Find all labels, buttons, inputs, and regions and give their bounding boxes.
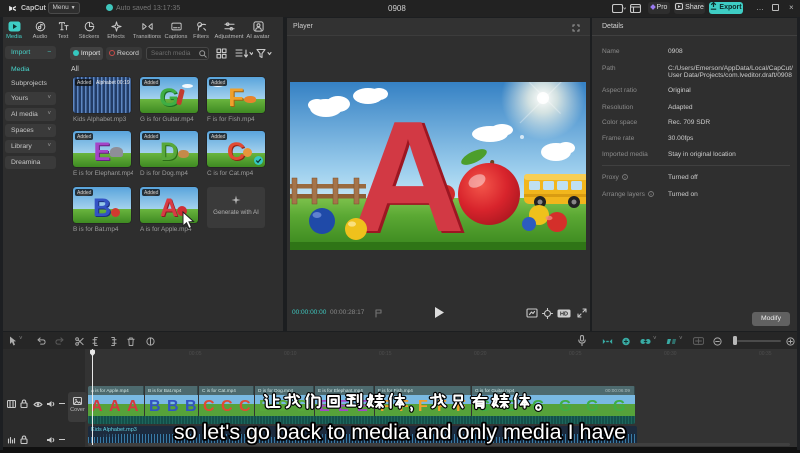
svg-text:A: A — [351, 89, 465, 250]
svg-text:so let's go back to media and: so let's go back to media and only media… — [174, 420, 626, 444]
svg-text:HD: HD — [560, 312, 568, 318]
